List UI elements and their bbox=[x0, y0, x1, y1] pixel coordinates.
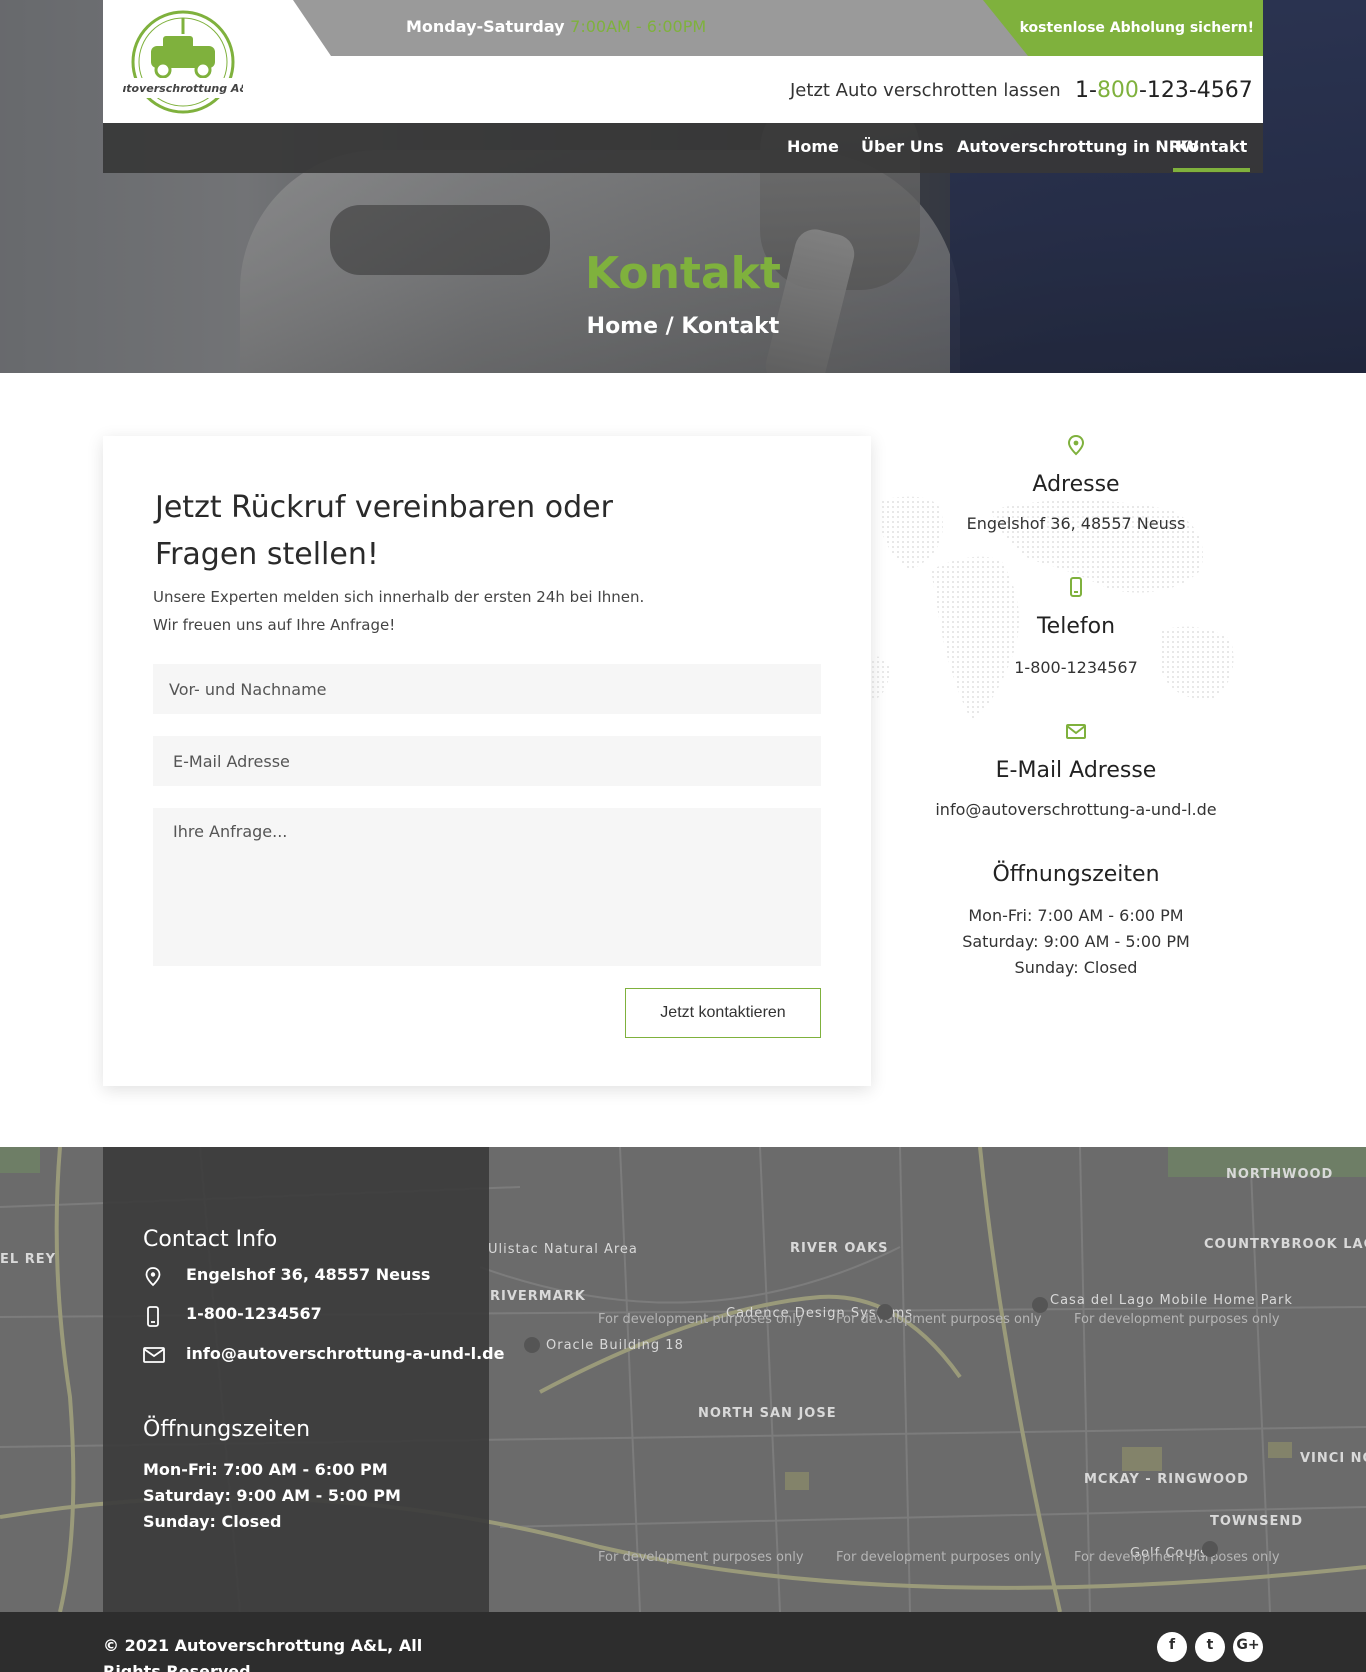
hours-saturday: Saturday: 9:00 AM - 5:00 PM bbox=[962, 932, 1190, 951]
address-text: Engelshof 36, 48557 Neuss bbox=[966, 514, 1186, 533]
google-plus-icon[interactable]: G+ bbox=[1233, 1632, 1263, 1662]
site-header: Autoverschrottung A&L Monday-Saturday 7:… bbox=[103, 0, 1263, 123]
nav-kontakt[interactable]: Kontakt bbox=[1172, 137, 1251, 172]
header-phone-link[interactable]: 1-800-123-4567 bbox=[1075, 78, 1253, 103]
svg-text:RIVER OAKS: RIVER OAKS bbox=[790, 1241, 889, 1256]
footer-bottom-bar: © 2021 Autoverschrottung A&L, All Rights… bbox=[0, 1612, 1366, 1672]
footer-contact-heading: Contact Info bbox=[143, 1227, 278, 1252]
svg-text:Ulistac Natural Area: Ulistac Natural Area bbox=[488, 1242, 638, 1257]
phone-link[interactable]: 1-800-1234567 bbox=[871, 658, 1281, 677]
logo-link[interactable]: Autoverschrottung A&L bbox=[103, 0, 293, 123]
page-title: Kontakt bbox=[585, 248, 781, 299]
svg-text:Casa del Lago Mobile Home Park: Casa del Lago Mobile Home Park bbox=[1050, 1293, 1293, 1308]
email-link[interactable]: info@autoverschrottung-a-und-l.de bbox=[871, 800, 1281, 819]
svg-text:COUNTRYBROOK LAGOON: COUNTRYBROOK LAGOON bbox=[1204, 1237, 1366, 1252]
footer-hours: Mon-Fri: 7:00 AM - 6:00 PM Saturday: 9:0… bbox=[143, 1460, 401, 1531]
footer-hours-heading: Öffnungszeiten bbox=[143, 1417, 311, 1442]
svg-text:For development purposes only: For development purposes only bbox=[1074, 1312, 1280, 1327]
svg-text:MCKAY - RINGWOOD: MCKAY - RINGWOOD bbox=[1084, 1472, 1249, 1487]
submit-button[interactable]: Jetzt kontaktieren bbox=[625, 988, 821, 1038]
facebook-icon[interactable]: f bbox=[1157, 1632, 1187, 1662]
email-heading: E-Mail Adresse bbox=[995, 758, 1157, 783]
svg-text:VINCI NO: VINCI NO bbox=[1300, 1451, 1366, 1466]
contact-info-panel: Adresse Engelshof 36, 48557 Neuss Telefo… bbox=[871, 430, 1281, 1010]
pickup-cta-button[interactable]: kostenlose Abholung sichern! bbox=[983, 0, 1263, 56]
hours-weekday: Mon-Fri: 7:00 AM - 6:00 PM bbox=[968, 906, 1184, 925]
copyright: © 2021 Autoverschrottung A&L, All Rights… bbox=[103, 1636, 423, 1672]
svg-text:Oracle Building 18: Oracle Building 18 bbox=[546, 1338, 684, 1353]
mobile-phone-icon bbox=[1070, 577, 1082, 597]
svg-text:EL REY: EL REY bbox=[0, 1252, 56, 1267]
svg-text:TOWNSEND: TOWNSEND bbox=[1210, 1514, 1303, 1529]
name-input[interactable] bbox=[153, 664, 821, 714]
hours-sunday: Sunday: Closed bbox=[1014, 958, 1138, 977]
svg-text:For development purposes only: For development purposes only bbox=[598, 1550, 804, 1565]
envelope-icon bbox=[1066, 724, 1086, 739]
svg-text:For development purposes only: For development purposes only bbox=[836, 1312, 1042, 1327]
svg-text:RIVERMARK: RIVERMARK bbox=[490, 1289, 586, 1304]
footer-contact-box: Contact Info Engelshof 36, 48557 Neuss 1… bbox=[103, 1147, 504, 1612]
phone-heading: Telefon bbox=[1036, 614, 1116, 639]
envelope-icon bbox=[143, 1347, 165, 1363]
breadcrumb: Home / Kontakt bbox=[586, 314, 780, 339]
hours-heading: Öffnungszeiten bbox=[992, 862, 1160, 887]
svg-text:For development purposes only: For development purposes only bbox=[598, 1312, 804, 1327]
svg-text:For development purposes only: For development purposes only bbox=[1074, 1550, 1280, 1565]
nav-ueber-uns[interactable]: Über Uns bbox=[861, 137, 944, 156]
nav-home[interactable]: Home bbox=[787, 137, 839, 156]
opening-hours: Monday-Saturday 7:00AM - 6:00PM bbox=[406, 17, 707, 36]
address-heading: Adresse bbox=[1032, 472, 1120, 497]
svg-text:For development purposes only: For development purposes only bbox=[836, 1550, 1042, 1565]
twitter-icon[interactable]: t bbox=[1195, 1632, 1225, 1662]
logo-text: Autoverschrottung A&L bbox=[123, 82, 243, 95]
svg-text:NORTH SAN JOSE: NORTH SAN JOSE bbox=[698, 1406, 837, 1421]
svg-text:NORTHWOOD: NORTHWOOD bbox=[1226, 1167, 1333, 1182]
form-subtitle: Unsere Experten melden sich innerhalb de… bbox=[153, 588, 645, 634]
form-heading: Jetzt Rückruf vereinbaren oder Fragen st… bbox=[155, 490, 613, 572]
logo-icon: Autoverschrottung A&L bbox=[123, 10, 243, 114]
mobile-phone-icon bbox=[147, 1306, 159, 1327]
contact-form-card: Jetzt Rückruf vereinbaren oder Fragen st… bbox=[103, 436, 871, 1086]
message-textarea[interactable] bbox=[153, 808, 821, 966]
main-nav: Home Über Uns Autoverschrottung in NRW K… bbox=[103, 123, 1263, 173]
top-bar: Monday-Saturday 7:00AM - 6:00PM kostenlo… bbox=[293, 0, 1263, 56]
email-input[interactable] bbox=[153, 736, 821, 786]
header-tagline: Jetzt Auto verschrotten lassen bbox=[790, 80, 1061, 101]
location-pin-icon bbox=[145, 1267, 161, 1287]
nav-autoverschrottung-nrw[interactable]: Autoverschrottung in NRW bbox=[957, 137, 1199, 156]
location-pin-icon bbox=[1067, 434, 1085, 456]
